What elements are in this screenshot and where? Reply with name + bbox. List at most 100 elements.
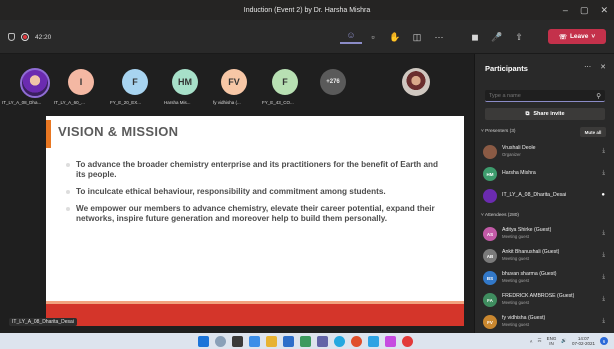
participant-avatar[interactable]: F [272, 69, 298, 95]
search-input[interactable] [489, 92, 597, 99]
participants-icon[interactable]: ☺ [340, 30, 362, 44]
app-icon[interactable] [402, 335, 413, 347]
slide-bullet-list: To advance the broader chemistry enterpr… [64, 160, 444, 231]
leave-button[interactable]: ☏ Leave ˅ [548, 29, 606, 44]
mic-off-icon[interactable]: ⤓ [602, 296, 605, 303]
avatar: FV [483, 315, 497, 329]
photos-icon[interactable] [368, 335, 379, 347]
presenters-label: Presenters (3) [485, 129, 516, 134]
mic-off-icon[interactable]: 🎤 [486, 32, 508, 43]
share-invite-button[interactable]: ⧉ Share invite [485, 108, 605, 120]
share-icon[interactable]: ⇧ [508, 32, 530, 43]
mic-off-icon[interactable]: ⤓ [602, 230, 605, 237]
chevron-up-icon[interactable]: ˄ [530, 339, 533, 344]
participant-name: IT_LY_A_08_Dharita_Desai [502, 192, 567, 198]
participant-name: FREDRICK AMBROSE (Guest) [502, 293, 575, 299]
teams-icon[interactable] [317, 335, 328, 347]
more-participants-button[interactable]: +276 [320, 69, 346, 95]
participant-row[interactable]: AS Aditya Shirke (Guest) Meeting guest ⤓ [483, 226, 609, 244]
more-icon[interactable]: ⋯ [584, 63, 591, 71]
raise-hand-icon[interactable]: ✋ [384, 32, 406, 43]
participant-label: Harsha Mis... [164, 100, 191, 105]
chat-icon[interactable]: ▫ [362, 32, 384, 42]
language-indicator[interactable]: ENG IN [547, 336, 557, 346]
mute-all-button[interactable]: Mute all [580, 127, 606, 137]
attendees-label: Attendees (280) [484, 213, 520, 218]
participant-name: Aditya Shirke (Guest) [502, 227, 552, 233]
mic-off-icon[interactable]: ⤓ [602, 274, 605, 281]
meeting-toolbar: 42:20 ☺ ▫ ✋ ◫ ⋯ ◼ 🎤 ⇧ ☏ Leave ˅ [0, 20, 614, 54]
chrome-icon[interactable] [351, 335, 362, 347]
participant-row[interactable]: BS bhuvan sharma (Guest) Meeting guest ⤓ [483, 270, 609, 288]
task-view-icon[interactable] [232, 335, 243, 347]
widgets-icon[interactable] [249, 335, 260, 347]
participant-row[interactable]: FA FREDRICK AMBROSE (Guest) Meeting gues… [483, 292, 609, 310]
start-icon[interactable] [198, 335, 209, 347]
participant-role: Meeting guest [502, 300, 529, 305]
slide-bullet: We empower our members to advance chemis… [64, 204, 444, 224]
participant-role: Meeting guest [502, 322, 529, 327]
participant-avatar[interactable]: FV [221, 69, 247, 95]
shared-slide: VISION & MISSION To advance the broader … [46, 116, 464, 326]
mic-off-icon[interactable]: ⤓ [602, 252, 605, 259]
participant-row[interactable]: Vrushali Deole Organizer ⤓ [483, 144, 609, 162]
teams-window: Induction (Event 2) by Dr. Harsha Mishra… [0, 0, 614, 349]
participant-row[interactable]: AB Ankit Bhanushali (Guest) Meeting gues… [483, 248, 609, 266]
participant-label: FY_E_20_EX... [110, 100, 142, 105]
participant-avatar[interactable]: I [68, 69, 94, 95]
system-tray: ˄ ☴ ENG IN 🔊 14:07 07-02-2021 6 [530, 333, 608, 349]
attendees-header[interactable]: ˅ Attendees (280) [481, 213, 519, 218]
participant-avatar[interactable]: F [122, 69, 148, 95]
participant-label: fy vidhisha (... [213, 100, 241, 105]
participant-avatar[interactable]: HM [172, 69, 198, 95]
meeting-actions: ☺ ▫ ✋ ◫ ⋯ [340, 20, 450, 54]
phone-icon: ☏ [558, 33, 567, 41]
panel-title: Participants [485, 64, 528, 73]
participant-row[interactable]: HM Harsha Mishra ⤓ [483, 166, 609, 184]
slide-title: VISION & MISSION [58, 124, 179, 139]
maximize-button[interactable]: ▢ [580, 5, 589, 16]
participant-avatar[interactable] [20, 68, 50, 98]
share-invite-label: Share invite [533, 111, 565, 117]
presenters-header[interactable]: ˅ Presenters (3) [481, 129, 516, 134]
participant-row[interactable]: FV fy vidhisha (Guest) Meeting guest ⤓ [483, 314, 609, 332]
rooms-icon[interactable]: ◫ [406, 32, 428, 43]
participant-label: IT_LY_A_60_... [54, 100, 85, 105]
minimize-button[interactable]: – [563, 5, 568, 15]
participant-search[interactable]: ⚲ [485, 90, 605, 102]
participant-role: Meeting guest [502, 256, 529, 261]
wifi-icon[interactable]: ☴ [538, 338, 542, 344]
mail-icon[interactable] [283, 335, 294, 347]
app-icon[interactable] [385, 335, 396, 347]
participants-panel: Participants ⋯ ✕ ⚲ ⧉ Share invite ˅ Pres… [474, 54, 614, 333]
camera-off-icon[interactable]: ◼ [464, 32, 486, 43]
recording-icon [21, 33, 29, 41]
mic-on-icon[interactable]: ● [601, 192, 605, 198]
taskbar-apps [198, 335, 413, 347]
meeting-timer: 42:20 [35, 33, 52, 41]
mic-off-icon[interactable]: ⤓ [602, 318, 605, 325]
participant-name: Vrushali Deole [502, 145, 536, 151]
language-region: IN [549, 341, 554, 346]
file-explorer-icon[interactable] [266, 335, 277, 347]
search-icon[interactable] [215, 335, 226, 347]
clock[interactable]: 14:07 07-02-2021 [572, 336, 595, 346]
slide-bullet: To inculcate ethical behaviour, responsi… [64, 187, 444, 197]
search-icon[interactable]: ⚲ [596, 92, 601, 100]
more-icon[interactable]: ⋯ [428, 32, 450, 43]
close-button[interactable]: ✕ [600, 5, 608, 16]
edge-icon[interactable] [334, 335, 345, 347]
mic-off-icon[interactable]: ⤓ [602, 170, 605, 177]
participant-row[interactable]: IT_LY_A_08_Dharita_Desai ● [483, 188, 609, 206]
mic-off-icon[interactable]: ⤓ [602, 148, 605, 155]
close-icon[interactable]: ✕ [600, 63, 606, 71]
windows-taskbar: ˄ ☴ ENG IN 🔊 14:07 07-02-2021 6 [0, 333, 614, 349]
avatar: FA [483, 293, 497, 307]
participant-role: Meeting guest [502, 234, 529, 239]
chevron-down-icon[interactable]: ˅ [591, 33, 595, 40]
leave-label: Leave [569, 33, 589, 40]
participant-label: FY_E_43_CO... [262, 100, 294, 105]
notification-badge[interactable]: 6 [600, 337, 608, 345]
volume-icon[interactable]: 🔊 [561, 338, 567, 344]
store-icon[interactable] [300, 335, 311, 347]
